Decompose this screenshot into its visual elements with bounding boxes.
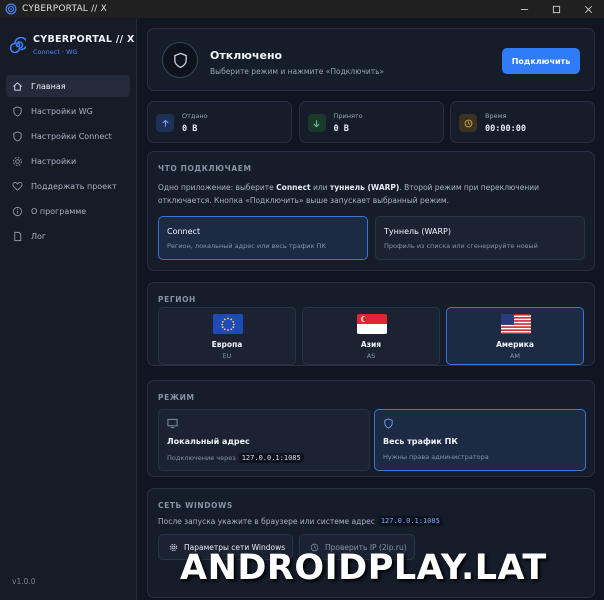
stats-row: Отдано 0 B Принято 0 B Время 00:00:00 xyxy=(147,101,595,143)
option-title: Туннель (WARP) xyxy=(384,227,451,236)
sidebar-item-home[interactable]: Главная xyxy=(6,75,130,97)
home-icon xyxy=(13,81,22,91)
eu-flag-icon xyxy=(213,314,243,334)
region-europe[interactable]: Европа EU xyxy=(158,307,296,365)
shield-icon xyxy=(13,130,22,142)
sidebar: CYBERPORTAL // X Connect · WG Главная На… xyxy=(0,18,137,600)
app-version: v1.0.0 xyxy=(12,577,36,586)
option-tunnel-warp[interactable]: Туннель (WARP) Профиль из списка или сге… xyxy=(375,216,585,260)
sidebar-item-label: Лог xyxy=(31,231,47,241)
close-icon xyxy=(584,5,592,13)
stat-sent: Отдано 0 B xyxy=(147,101,292,143)
gear-icon xyxy=(169,543,178,551)
section-title: СЕТЬ WINDOWS xyxy=(158,501,233,510)
region-card: РЕГИОН Европа EU Азия AS Америка AM xyxy=(147,282,595,366)
sidebar-item-connect-settings[interactable]: Настройки Connect xyxy=(6,125,130,147)
sidebar-item-label: О программе xyxy=(31,206,87,216)
option-title: Connect xyxy=(167,227,201,236)
stat-value: 00:00:00 xyxy=(485,124,526,134)
mode-subtitle: Подключение через 127.0.0.1:1085 xyxy=(167,453,304,463)
local-address-value: 127.0.0.1:1085 xyxy=(238,453,304,463)
connection-type-description: Одно приложение: выберите Connect или ту… xyxy=(158,183,540,205)
stat-label: Принято xyxy=(333,112,363,120)
sidebar-item-label: Настройки Connect xyxy=(31,131,112,141)
connection-type-card: ЧТО ПОДКЛЮЧАЕМ Одно приложение: выберите… xyxy=(147,151,595,271)
stat-received: Принято 0 B xyxy=(298,101,444,143)
heart-icon xyxy=(12,181,23,191)
brand-tagline: Connect · WG xyxy=(33,48,78,56)
sidebar-item-label: Поддержать проект xyxy=(31,181,117,191)
brand: CYBERPORTAL // X Connect · WG xyxy=(10,34,135,56)
shield-icon xyxy=(13,105,22,117)
region-code: AS xyxy=(366,352,376,360)
sidebar-item-settings[interactable]: Настройки xyxy=(6,150,130,172)
region-code: AM xyxy=(509,352,521,360)
region-name: Азия xyxy=(360,340,382,349)
option-subtitle: Профиль из списка или сгенерируйте новый xyxy=(384,242,538,250)
clock-icon xyxy=(459,114,477,132)
app-logo-icon xyxy=(5,3,17,15)
maximize-button[interactable] xyxy=(540,0,572,18)
spiral-logo-icon xyxy=(10,37,26,53)
region-america[interactable]: Америка AM xyxy=(446,307,584,365)
windows-network-description: После запуска укажите в браузере или сис… xyxy=(158,516,443,526)
connect-button[interactable]: Подключить xyxy=(502,48,580,74)
shield-icon xyxy=(173,52,187,68)
section-title: ЧТО ПОДКЛЮЧАЕМ xyxy=(158,164,252,173)
mode-all-traffic[interactable]: Весь трафик ПК Нужны права администратор… xyxy=(374,409,586,471)
mode-card: РЕЖИМ Локальный адрес Подключение через 1… xyxy=(147,380,595,477)
proxy-address-value: 127.0.0.1:1085 xyxy=(377,516,443,526)
mode-subtitle: Нужны права администратора xyxy=(383,453,489,461)
brand-name: CYBERPORTAL // X xyxy=(33,34,135,45)
document-icon xyxy=(14,231,22,241)
sidebar-nav: Главная Настройки WG Настройки Connect Н… xyxy=(6,75,130,250)
mode-title: Весь трафик ПК xyxy=(383,437,458,446)
stat-value: 0 B xyxy=(333,124,349,134)
singapore-flag-icon xyxy=(357,314,387,334)
status-card: Отключено Выберите режим и нажмите «Подк… xyxy=(147,28,595,91)
minimize-button[interactable] xyxy=(508,0,540,18)
sidebar-item-support[interactable]: Поддержать проект xyxy=(6,175,130,197)
window-title: CYBERPORTAL // X xyxy=(22,4,107,14)
info-icon xyxy=(12,206,23,216)
sidebar-item-label: Главная xyxy=(31,81,66,91)
stat-value: 0 B xyxy=(182,124,198,134)
region-code: EU xyxy=(222,352,232,360)
region-name: Америка xyxy=(496,340,534,349)
stat-time: Время 00:00:00 xyxy=(450,101,595,143)
arrow-up-icon xyxy=(156,114,174,132)
sidebar-item-about[interactable]: О программе xyxy=(6,200,130,222)
sidebar-item-label: Настройки WG xyxy=(31,106,93,116)
section-title: РЕГИОН xyxy=(158,295,196,304)
watermark: ANDROIDPLAY.LAT xyxy=(180,548,547,588)
region-name: Европа xyxy=(211,340,243,349)
status-shield xyxy=(162,42,198,78)
sidebar-item-wg-settings[interactable]: Настройки WG xyxy=(6,100,130,122)
stat-label: Отдано xyxy=(182,112,208,120)
gear-icon xyxy=(13,156,22,166)
section-title: РЕЖИМ xyxy=(158,393,195,402)
title-bar: CYBERPORTAL // X xyxy=(0,0,604,18)
mode-local-address[interactable]: Локальный адрес Подключение через 127.0.0… xyxy=(158,409,370,471)
sidebar-item-label: Настройки xyxy=(31,156,77,166)
sidebar-item-log[interactable]: Лог xyxy=(6,225,130,247)
close-button[interactable] xyxy=(572,0,604,18)
arrow-down-icon xyxy=(307,114,326,132)
mode-title: Локальный адрес xyxy=(167,437,250,446)
minimize-icon xyxy=(520,8,528,10)
status-subtitle: Выберите режим и нажмите «Подключить» xyxy=(210,67,385,76)
stat-label: Время xyxy=(485,112,507,120)
region-asia[interactable]: Азия AS xyxy=(302,307,440,365)
option-connect[interactable]: Connect Регион, локальный адрес или весь… xyxy=(158,216,368,260)
us-flag-icon xyxy=(501,314,531,334)
maximize-icon xyxy=(552,5,560,13)
shield-icon xyxy=(384,418,393,429)
option-subtitle: Регион, локальный адрес или весь трафик … xyxy=(167,242,326,250)
monitor-icon xyxy=(167,418,178,429)
status-title: Отключено xyxy=(210,49,283,62)
